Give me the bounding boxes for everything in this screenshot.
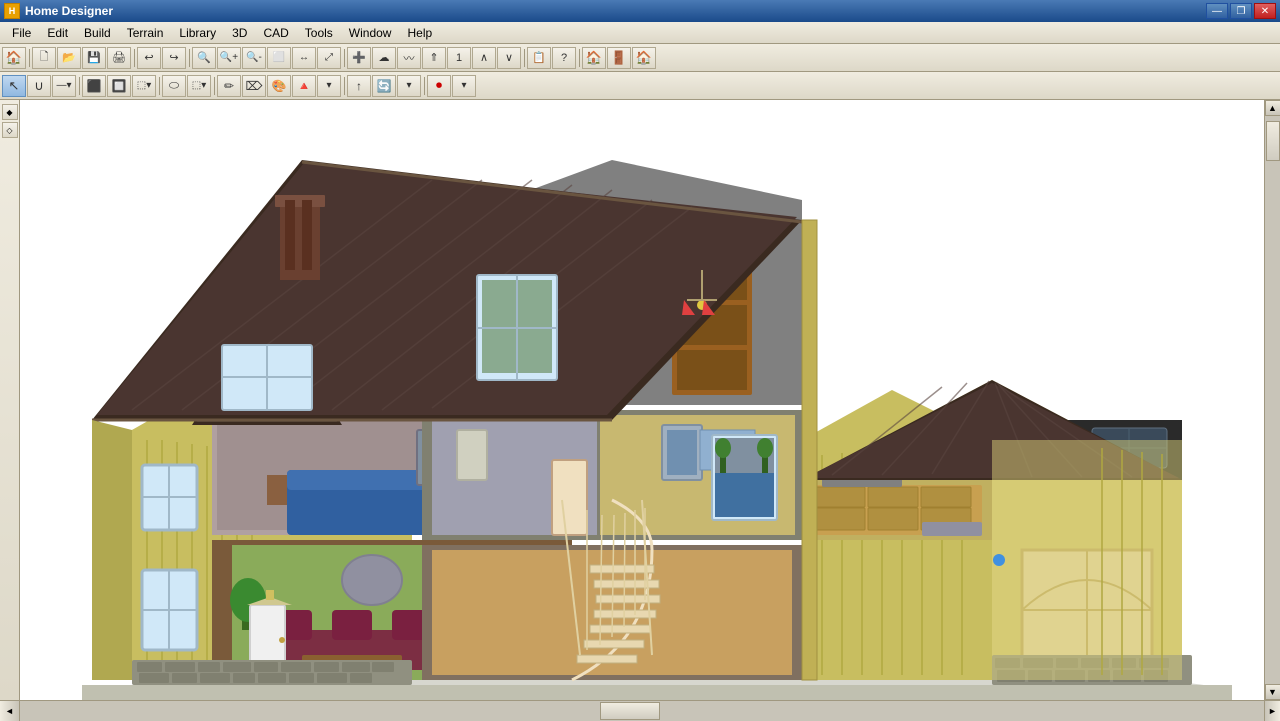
- bottom-bar: ◄ ►: [0, 700, 1280, 720]
- toolbar-redo[interactable]: ↪: [162, 47, 186, 69]
- sep7: [77, 75, 81, 97]
- toolbar-shape-dropdown[interactable]: ⬚▾: [187, 75, 211, 97]
- restore-button[interactable]: ❐: [1230, 3, 1252, 19]
- toolbar-zoom-out[interactable]: 🔍-: [242, 47, 266, 69]
- toolbar-catalog[interactable]: 📋: [527, 47, 551, 69]
- toolbar-app-icon[interactable]: 🏠: [2, 47, 26, 69]
- toolbar-rect[interactable]: ⬛: [82, 75, 106, 97]
- toolbar-triangle-dropdown[interactable]: ▾: [317, 75, 341, 97]
- scroll-thumb[interactable]: [1266, 121, 1280, 161]
- app-icon: H: [4, 3, 20, 19]
- toolbar-new[interactable]: 🗋: [32, 47, 56, 69]
- toolbar-save[interactable]: 💾: [82, 47, 106, 69]
- title-bar: H Home Designer — ❐ ✕: [0, 0, 1280, 22]
- toolbar-add[interactable]: ➕: [347, 47, 371, 69]
- toolbar-line-dropdown[interactable]: —▾: [52, 75, 76, 97]
- toolbar-counter[interactable]: 1: [447, 47, 471, 69]
- sep3: [187, 47, 191, 69]
- toolbar-shape1[interactable]: ⬭: [162, 75, 186, 97]
- toolbar-zoom-in[interactable]: 🔍+: [217, 47, 241, 69]
- toolbar-fit-width[interactable]: ↔: [292, 47, 316, 69]
- left-btn-2[interactable]: ◇: [2, 122, 18, 138]
- toolbar-arrow-up3[interactable]: ↑: [347, 75, 371, 97]
- left-btn-1[interactable]: ◆: [2, 104, 18, 120]
- toolbar-fit[interactable]: ⬜: [267, 47, 291, 69]
- menu-file[interactable]: File: [4, 24, 39, 42]
- menu-help[interactable]: Help: [399, 24, 440, 42]
- toolbar-door[interactable]: 🚪: [607, 47, 631, 69]
- toolbar-up2[interactable]: ∧: [472, 47, 496, 69]
- menu-library[interactable]: Library: [171, 24, 224, 42]
- app-title: Home Designer: [25, 4, 1206, 18]
- sep10: [342, 75, 346, 97]
- toolbar-undo[interactable]: ↩: [137, 47, 161, 69]
- toolbar-arrow-up[interactable]: ⇑: [422, 47, 446, 69]
- sep6: [577, 47, 581, 69]
- close-button[interactable]: ✕: [1254, 3, 1276, 19]
- toolbar-curve[interactable]: ∪: [27, 75, 51, 97]
- toolbar-record-dropdown[interactable]: ▾: [452, 75, 476, 97]
- sep9: [212, 75, 216, 97]
- menu-tools[interactable]: Tools: [297, 24, 341, 42]
- toolbar-rect2[interactable]: 🔲: [107, 75, 131, 97]
- menu-cad[interactable]: CAD: [255, 24, 296, 42]
- toolbar-pencil[interactable]: ✏: [217, 75, 241, 97]
- toolbar-triangle[interactable]: 🔺: [292, 75, 316, 97]
- scroll-left-button[interactable]: ◄: [0, 701, 20, 721]
- toolbar-print[interactable]: 🖨: [107, 47, 131, 69]
- scroll-track[interactable]: [1265, 116, 1280, 684]
- scroll-down-button[interactable]: ▼: [1265, 684, 1280, 700]
- toolbar-help[interactable]: ?: [552, 47, 576, 69]
- scroll-right-button[interactable]: ►: [1264, 701, 1280, 721]
- toolbar-eraser[interactable]: ⌦: [242, 75, 266, 97]
- toolbar-house2[interactable]: 🏠: [632, 47, 656, 69]
- menu-terrain[interactable]: Terrain: [119, 24, 172, 42]
- canvas-area[interactable]: [20, 100, 1264, 700]
- left-panel: ◆ ◇: [0, 100, 20, 700]
- toolbar-open[interactable]: 📂: [57, 47, 81, 69]
- menu-3d[interactable]: 3D: [224, 24, 255, 42]
- house-illustration: [20, 100, 1264, 700]
- window-controls: — ❐ ✕: [1206, 3, 1276, 19]
- sep2: [132, 47, 136, 69]
- sep4: [342, 47, 346, 69]
- toolbar-1: 🏠 🗋 📂 💾 🖨 ↩ ↪ 🔍 🔍+ 🔍- ⬜ ↔ ⤢ ➕ ☁ 〰 ⇑ 1 ∧ …: [0, 44, 1280, 72]
- toolbar-cloud[interactable]: ☁: [372, 47, 396, 69]
- menu-build[interactable]: Build: [76, 24, 119, 42]
- toolbar-wave[interactable]: 〰: [397, 47, 421, 69]
- toolbar-paint[interactable]: 🎨: [267, 75, 291, 97]
- minimize-button[interactable]: —: [1206, 3, 1228, 19]
- menu-window[interactable]: Window: [341, 24, 400, 42]
- toolbar-select[interactable]: ↖: [2, 75, 26, 97]
- toolbar-2: ↖ ∪ —▾ ⬛ 🔲 ⬚▾ ⬭ ⬚▾ ✏ ⌦ 🎨 🔺 ▾ ↑ 🔄 ▾ ⏺ ▾: [0, 72, 1280, 100]
- toolbar-rect-dropdown[interactable]: ⬚▾: [132, 75, 156, 97]
- toolbar-house1[interactable]: 🏠: [582, 47, 606, 69]
- main-area: ◆ ◇: [0, 100, 1280, 700]
- toolbar-fill[interactable]: ⤢: [317, 47, 341, 69]
- menu-edit[interactable]: Edit: [39, 24, 76, 42]
- toolbar-rotate-dropdown[interactable]: ▾: [397, 75, 421, 97]
- toolbar-rotate[interactable]: 🔄: [372, 75, 396, 97]
- toolbar-search[interactable]: 🔍: [192, 47, 216, 69]
- menu-bar: File Edit Build Terrain Library 3D CAD T…: [0, 22, 1280, 44]
- sep8: [157, 75, 161, 97]
- sep1: [27, 47, 31, 69]
- sep5: [522, 47, 526, 69]
- toolbar-down[interactable]: ∨: [497, 47, 521, 69]
- scroll-up-button[interactable]: ▲: [1265, 100, 1280, 116]
- toolbar-record[interactable]: ⏺: [427, 75, 451, 97]
- right-scrollbar: ▲ ▼: [1264, 100, 1280, 700]
- horizontal-scroll-track[interactable]: [20, 701, 1264, 721]
- horizontal-scroll-thumb[interactable]: [600, 702, 660, 720]
- sep11: [422, 75, 426, 97]
